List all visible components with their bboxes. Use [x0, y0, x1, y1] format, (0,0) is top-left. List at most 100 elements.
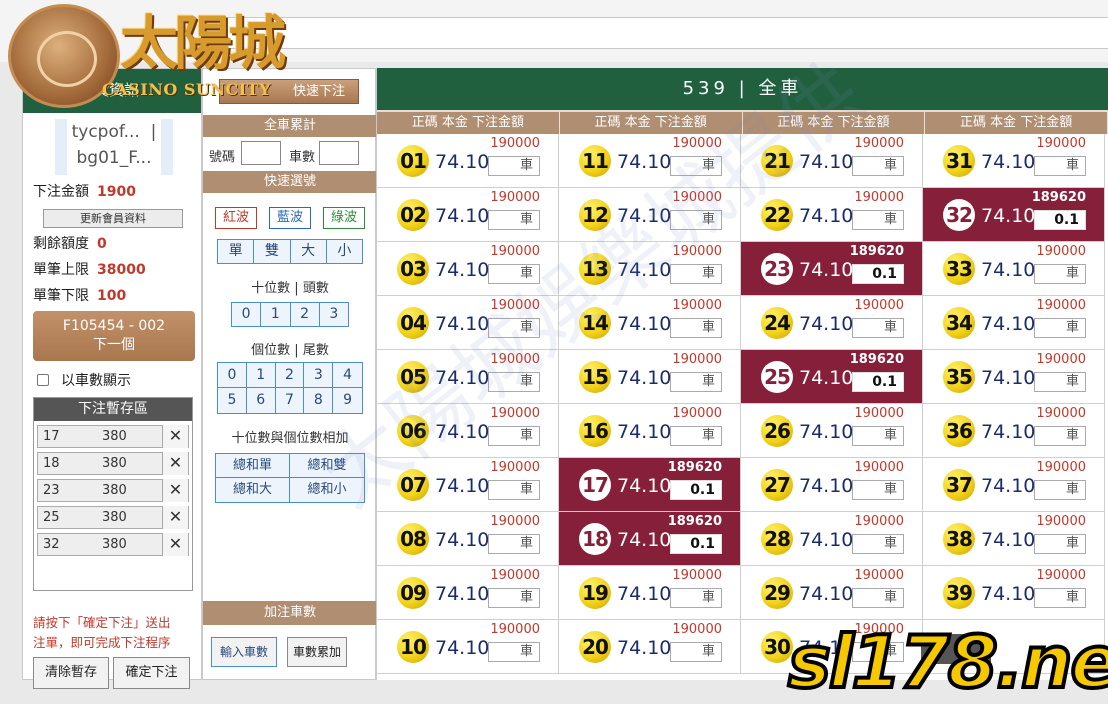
number-cell-13[interactable]: 13 74.10 190000 車: [559, 242, 741, 296]
remove-icon[interactable]: ✕: [162, 425, 188, 448]
bet-input[interactable]: 車: [670, 642, 722, 662]
number-cell-10[interactable]: 10 74.10 190000 車: [377, 620, 559, 674]
number-ball[interactable]: 26: [761, 415, 793, 447]
units-9-button[interactable]: 9: [333, 388, 362, 413]
bet-input[interactable]: 車: [1034, 426, 1086, 446]
number-ball[interactable]: 15: [579, 361, 611, 393]
number-ball[interactable]: 11: [579, 145, 611, 177]
blue-wave-button[interactable]: 藍波: [269, 207, 311, 229]
bet-input[interactable]: 車: [488, 372, 540, 392]
top-input[interactable]: [206, 17, 1108, 49]
number-cell-02[interactable]: 02 74.10 190000 車: [377, 188, 559, 242]
bet-input[interactable]: 0.1: [670, 534, 722, 554]
by-car-toggle[interactable]: 以車數顯示: [37, 370, 131, 390]
number-cell-39[interactable]: 39 74.10 190000 車: [923, 566, 1105, 620]
number-cell-25[interactable]: 25 74.10 189620 0.1: [741, 350, 923, 404]
number-ball[interactable]: 28: [761, 523, 793, 555]
bet-input[interactable]: 0.1: [670, 480, 722, 500]
number-cell-29[interactable]: 29 74.10 190000 車: [741, 566, 923, 620]
number-ball[interactable]: 01: [397, 145, 429, 177]
number-cell-34[interactable]: 34 74.10 190000 車: [923, 296, 1105, 350]
bet-input[interactable]: 車: [1034, 372, 1086, 392]
bet-input[interactable]: 車: [488, 642, 540, 662]
number-ball[interactable]: 33: [943, 253, 975, 285]
units-2-button[interactable]: 2: [275, 363, 305, 388]
number-ball[interactable]: 37: [943, 469, 975, 501]
number-cell-38[interactable]: 38 74.10 190000 車: [923, 512, 1105, 566]
bet-input[interactable]: 車: [670, 318, 722, 338]
remove-icon[interactable]: ✕: [162, 479, 188, 502]
number-ball[interactable]: 08: [397, 523, 429, 555]
bet-input[interactable]: 車: [670, 210, 722, 230]
number-cell-01[interactable]: 01 74.10 190000 車: [377, 134, 559, 188]
checkbox-icon[interactable]: [37, 374, 49, 386]
sum-big-button[interactable]: 總和大: [216, 478, 290, 502]
number-ball[interactable]: 27: [761, 469, 793, 501]
bet-input[interactable]: 車: [852, 156, 904, 176]
red-wave-button[interactable]: 紅波: [215, 207, 257, 229]
bet-input[interactable]: 0.1: [1034, 210, 1086, 230]
number-cell-31[interactable]: 31 74.10 190000 車: [923, 134, 1105, 188]
number-ball[interactable]: 18: [579, 523, 611, 555]
bet-input[interactable]: 車: [1034, 156, 1086, 176]
clear-stash-button[interactable]: 清除暫存: [33, 657, 109, 689]
bet-input[interactable]: 車: [1034, 318, 1086, 338]
number-cell-28[interactable]: 28 74.10 190000 車: [741, 512, 923, 566]
number-ball[interactable]: 24: [761, 307, 793, 339]
bet-input[interactable]: 車: [852, 210, 904, 230]
number-cell-09[interactable]: 09 74.10 190000 車: [377, 566, 559, 620]
number-cell-19[interactable]: 19 74.10 190000 車: [559, 566, 741, 620]
number-cell-16[interactable]: 16 74.10 190000 車: [559, 404, 741, 458]
number-cell-26[interactable]: 26 74.10 190000 車: [741, 404, 923, 458]
number-ball[interactable]: 02: [397, 199, 429, 231]
number-ball[interactable]: 29: [761, 577, 793, 609]
number-ball[interactable]: 35: [943, 361, 975, 393]
number-cell-35[interactable]: 35 74.10 190000 車: [923, 350, 1105, 404]
number-cell-36[interactable]: 36 74.10 190000 車: [923, 404, 1105, 458]
number-ball[interactable]: 13: [579, 253, 611, 285]
units-4-button[interactable]: 4: [333, 363, 362, 388]
number-cell-11[interactable]: 11 74.10 190000 車: [559, 134, 741, 188]
bet-input[interactable]: 車: [1034, 534, 1086, 554]
number-ball[interactable]: 06: [397, 415, 429, 447]
bet-input[interactable]: 車: [852, 588, 904, 608]
number-ball[interactable]: 38: [943, 523, 975, 555]
bet-input[interactable]: 車: [670, 588, 722, 608]
bet-input[interactable]: 車: [852, 426, 904, 446]
bet-input[interactable]: 車: [852, 480, 904, 500]
bet-input[interactable]: 車: [1034, 588, 1086, 608]
sum-odd-button[interactable]: 總和單: [216, 454, 290, 478]
add-car-button[interactable]: 車數累加: [287, 637, 347, 667]
bet-input[interactable]: 0.1: [852, 264, 904, 284]
number-cell-24[interactable]: 24 74.10 190000 車: [741, 296, 923, 350]
number-cell-21[interactable]: 21 74.10 190000 車: [741, 134, 923, 188]
small-button[interactable]: 小: [326, 240, 362, 263]
units-7-button[interactable]: 7: [275, 388, 305, 413]
number-ball[interactable]: 23: [761, 253, 793, 285]
bet-input[interactable]: 車: [670, 372, 722, 392]
number-ball[interactable]: 20: [579, 631, 611, 663]
number-cell-06[interactable]: 06 74.10 190000 車: [377, 404, 559, 458]
bet-input[interactable]: 車: [488, 480, 540, 500]
number-ball[interactable]: 19: [579, 577, 611, 609]
remove-icon[interactable]: ✕: [162, 506, 188, 529]
tens-3-button[interactable]: 3: [319, 303, 348, 326]
number-cell-20[interactable]: 20 74.10 190000 車: [559, 620, 741, 674]
units-3-button[interactable]: 3: [304, 363, 334, 388]
input-car-button[interactable]: 輸入車數: [211, 637, 277, 667]
units-6-button[interactable]: 6: [246, 388, 276, 413]
number-ball[interactable]: 03: [397, 253, 429, 285]
number-cell-33[interactable]: 33 74.10 190000 車: [923, 242, 1105, 296]
bet-input[interactable]: 車: [488, 210, 540, 230]
units-0-button[interactable]: 0: [218, 363, 247, 388]
number-cell-15[interactable]: 15 74.10 190000 車: [559, 350, 741, 404]
number-cell-32[interactable]: 32 74.10 189620 0.1: [923, 188, 1105, 242]
number-ball[interactable]: 17: [579, 469, 611, 501]
number-ball[interactable]: 21: [761, 145, 793, 177]
number-ball[interactable]: 25: [761, 361, 793, 393]
number-cell-27[interactable]: 27 74.10 190000 車: [741, 458, 923, 512]
number-cell-12[interactable]: 12 74.10 190000 車: [559, 188, 741, 242]
number-cell-08[interactable]: 08 74.10 190000 車: [377, 512, 559, 566]
number-ball[interactable]: 31: [943, 145, 975, 177]
tens-0-button[interactable]: 0: [232, 303, 262, 326]
